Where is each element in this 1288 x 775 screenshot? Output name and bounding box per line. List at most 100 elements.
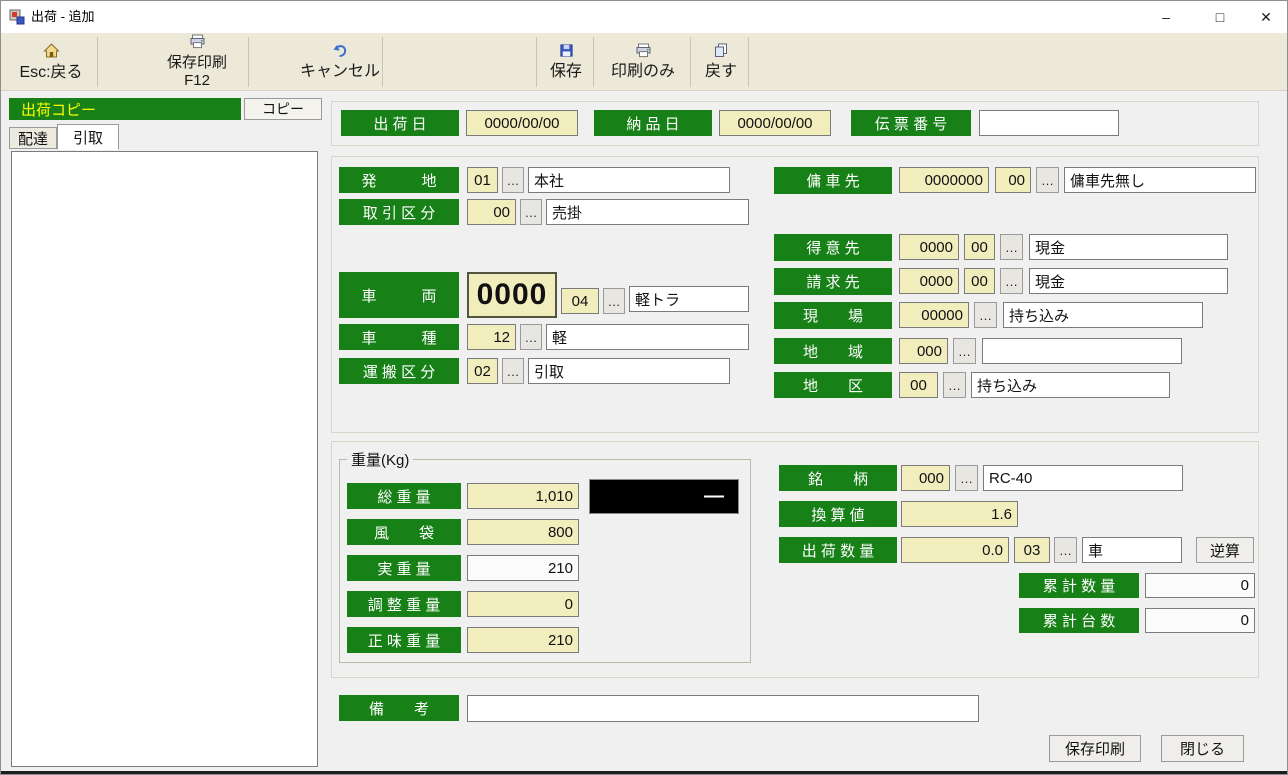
area-lookup-button[interactable]: … (953, 338, 976, 364)
toolbar: Esc:戻る 保存印刷 F12 キャンセル 保存 印刷のみ 戻す (1, 33, 1288, 91)
billing-name-field[interactable]: 現金 (1029, 268, 1228, 294)
delivery-date-field[interactable]: 0000/00/00 (719, 110, 831, 136)
close-button[interactable]: ✕ (1243, 1, 1288, 33)
window-bottom-edge (1, 771, 1288, 775)
adjust-weight-field[interactable]: 0 (467, 591, 579, 617)
total-quantity-label: 累 計 数 量 (1019, 573, 1139, 598)
conversion-label: 換 算 値 (779, 501, 897, 527)
ship-quantity-field[interactable]: 0.0 (901, 537, 1009, 563)
esc-back-button[interactable]: Esc:戻る (6, 35, 96, 89)
remarks-label: 備 考 (339, 695, 459, 721)
vehicle-name-field[interactable]: 軽トラ (629, 286, 749, 312)
district-lookup-button[interactable]: … (943, 372, 966, 398)
cancel-button[interactable]: キャンセル (299, 35, 381, 89)
gross-weight-field[interactable]: 1,010 (467, 483, 579, 509)
customer-code1-field[interactable]: 0000 (899, 234, 959, 260)
toolbar-separator (593, 37, 594, 87)
copy-button[interactable]: コピー (244, 98, 322, 120)
site-label: 現 場 (774, 302, 892, 329)
site-name-field[interactable]: 持ち込み (1003, 302, 1203, 328)
origin-lookup-button[interactable]: … (502, 167, 524, 193)
unit-lookup-button[interactable]: … (1054, 537, 1077, 563)
ship-copy-list[interactable] (11, 151, 318, 767)
toolbar-separator (97, 37, 98, 87)
transport-type-label: 運 搬 区 分 (339, 358, 459, 384)
brand-code-field[interactable]: 000 (901, 465, 950, 491)
esc-back-label: Esc:戻る (19, 64, 82, 82)
transport-type-lookup-button[interactable]: … (502, 358, 524, 384)
revert-button[interactable]: 戻す (695, 35, 747, 89)
billing-label: 請 求 先 (774, 268, 892, 295)
district-code-field[interactable]: 00 (899, 372, 938, 398)
site-lookup-button[interactable]: … (974, 302, 997, 328)
remarks-field[interactable] (467, 695, 979, 722)
transaction-type-code-field[interactable]: 00 (467, 199, 516, 225)
district-label: 地 区 (774, 372, 892, 398)
brand-name-field[interactable]: RC-40 (983, 465, 1183, 491)
slip-number-label: 伝 票 番 号 (851, 110, 971, 136)
vehicle-code-field[interactable]: 04 (561, 288, 599, 314)
window-title: 出荷 - 追加 (31, 1, 95, 33)
toolbar-separator (690, 37, 691, 87)
charter-lookup-button[interactable]: … (1036, 167, 1059, 193)
floppy-icon (559, 43, 574, 63)
save-print-toolbar-button[interactable]: 保存印刷 F12 (149, 35, 245, 89)
tab-delivery[interactable]: 配達 (9, 127, 57, 149)
district-name-field[interactable]: 持ち込み (971, 372, 1170, 398)
ship-date-field[interactable]: 0000/00/00 (466, 110, 578, 136)
unit-name-field[interactable]: 車 (1082, 537, 1182, 563)
transport-type-name-field[interactable]: 引取 (528, 358, 730, 384)
save-button[interactable]: 保存 (540, 35, 592, 89)
transaction-type-name-field[interactable]: 売掛 (546, 199, 749, 225)
vehicle-type-code-field[interactable]: 12 (467, 324, 516, 350)
vehicle-type-name-field[interactable]: 軽 (546, 324, 749, 350)
tab-pickup[interactable]: 引取 (57, 124, 119, 150)
ship-date-label: 出 荷 日 (341, 110, 459, 136)
origin-code-field[interactable]: 01 (467, 167, 498, 193)
footer-save-print-button[interactable]: 保存印刷 (1049, 735, 1141, 762)
vehicle-lookup-button[interactable]: … (603, 288, 625, 314)
print-only-button[interactable]: 印刷のみ (598, 35, 688, 89)
customer-label: 得 意 先 (774, 234, 892, 261)
brand-lookup-button[interactable]: … (955, 465, 978, 491)
charter-label: 傭 車 先 (774, 167, 892, 194)
customer-name-field[interactable]: 現金 (1029, 234, 1228, 260)
adjust-weight-label: 調 整 重 量 (347, 591, 461, 617)
origin-label: 発 地 (339, 167, 459, 193)
vehicle-number-field[interactable]: 0000 (467, 272, 557, 318)
ship-copy-header: 出荷コピー (9, 98, 241, 120)
minimize-button[interactable]: – (1143, 1, 1189, 33)
total-count-field: 0 (1145, 608, 1255, 633)
brand-label: 銘 柄 (779, 465, 897, 491)
transport-type-code-field[interactable]: 02 (467, 358, 498, 384)
print-only-label: 印刷のみ (611, 63, 675, 81)
unit-code-field[interactable]: 03 (1014, 537, 1050, 563)
toolbar-separator (382, 37, 383, 87)
maximize-button[interactable]: □ (1197, 1, 1243, 33)
area-code-field[interactable]: 000 (899, 338, 948, 364)
charter-name-field[interactable]: 傭車先無し (1064, 167, 1256, 193)
area-name-field[interactable] (982, 338, 1182, 364)
charter-code2-field[interactable]: 00 (995, 167, 1031, 193)
footer-close-button[interactable]: 閉じる (1161, 735, 1244, 762)
billing-code2-field[interactable]: 00 (964, 268, 995, 294)
conversion-field[interactable]: 1.6 (901, 501, 1018, 527)
site-code-field[interactable]: 00000 (899, 302, 969, 328)
net-weight-field[interactable]: 210 (467, 627, 579, 653)
billing-lookup-button[interactable]: … (1000, 268, 1023, 294)
slip-number-field[interactable] (979, 110, 1119, 136)
tare-weight-field[interactable]: 800 (467, 519, 579, 545)
vehicle-type-lookup-button[interactable]: … (520, 324, 542, 350)
save-label: 保存 (550, 63, 582, 81)
customer-lookup-button[interactable]: … (1000, 234, 1023, 260)
reverse-calc-button[interactable]: 逆算 (1196, 537, 1254, 563)
charter-code1-field[interactable]: 0000000 (899, 167, 989, 193)
actual-weight-label: 実 重 量 (347, 555, 461, 581)
origin-name-field[interactable]: 本社 (528, 167, 730, 193)
billing-code1-field[interactable]: 0000 (899, 268, 959, 294)
toolbar-separator (536, 37, 537, 87)
transaction-type-lookup-button[interactable]: … (520, 199, 542, 225)
toolbar-separator (748, 37, 749, 87)
customer-code2-field[interactable]: 00 (964, 234, 995, 260)
weight-group-title: 重量(Kg) (347, 449, 413, 470)
